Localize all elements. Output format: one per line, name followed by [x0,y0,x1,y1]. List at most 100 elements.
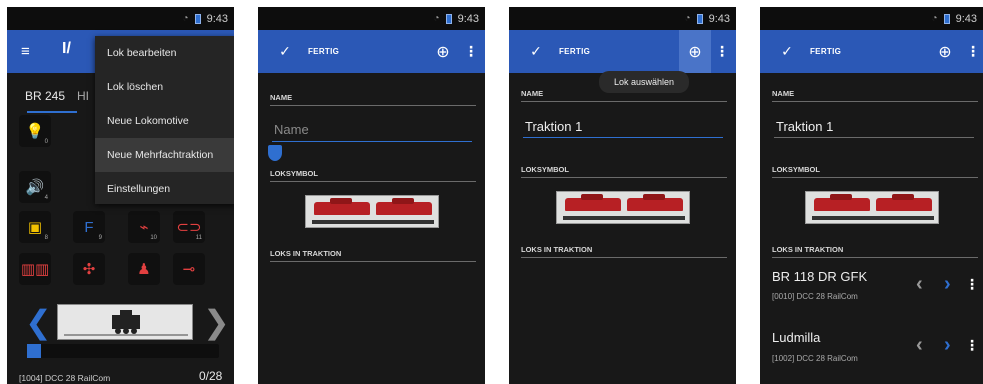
tab-hi[interactable]: HI [77,89,89,103]
divider [270,181,476,182]
move-up-icon[interactable]: ‹ [916,334,923,357]
tooltip: Lok auswählen [599,71,689,93]
phone-screen-3: ◔ 9:43 ✓ FERTIG ⊕ ⋮ Lok auswählen NAME T… [509,7,736,384]
check-icon[interactable]: ✓ [772,43,802,60]
track-icon: ▥▥ [20,261,50,278]
wifi-icon: ◔ [182,13,189,24]
move-up-icon[interactable]: ‹ [916,273,923,296]
loco-name: BR 118 DR GFK [772,269,868,284]
cab-function-button[interactable]: ▣ 8 [19,211,51,243]
divider [521,101,727,102]
f-icon: F [84,218,94,236]
name-input[interactable]: Traktion 1 [525,119,582,134]
whistle-icon: ⊸ [182,261,196,278]
menu-item-new-loco[interactable]: Neue Lokomotive [95,104,234,138]
speaker-function-button[interactable]: 🔊 4 [19,171,51,203]
hamburger-menu-icon[interactable]: ≡ [21,43,30,60]
name-input[interactable]: Name [274,122,309,137]
lightbulb-function-button[interactable]: 💡 0 [19,115,51,147]
item-menu-icon[interactable]: ⋮ [965,324,979,367]
done-button[interactable]: FERTIG [810,47,841,56]
name-input[interactable]: Traktion 1 [776,119,833,134]
divider [772,177,978,178]
direction-left-icon[interactable]: ❮ [25,303,52,341]
whistle-function-button[interactable]: ⊸ [173,253,205,285]
horn-function-button[interactable]: ⌁ 10 [128,211,160,243]
add-loco-icon[interactable]: ⊕ [432,30,454,73]
clock: 9:43 [457,12,479,25]
worker-function-button[interactable]: ✣ [73,253,105,285]
speed-value: 0/28 [199,369,223,383]
horn-icon: ⌁ [139,219,149,236]
function-number: 8 [44,235,48,241]
wifi-icon: ◔ [684,13,691,24]
menu-item-delete-loco[interactable]: Lok löschen [95,70,234,104]
clock: 9:43 [955,12,977,25]
add-loco-icon[interactable]: ⊕ [934,30,956,73]
done-button[interactable]: FERTIG [308,47,339,56]
worker-icon: ✣ [82,261,96,278]
battery-icon [194,13,201,24]
battery-icon [943,13,950,24]
move-down-icon[interactable]: › [944,273,951,296]
loksymbol-image[interactable] [556,191,690,224]
name-section-label: NAME [772,89,795,98]
divider [270,105,476,106]
name-input-underline [774,137,974,138]
track-function-button[interactable]: ▥▥ [19,253,51,285]
phone-screen-2: ◔ 9:43 ✓ FERTIG ⊕ ⋮ NAME Name LOKSYMBOL … [258,7,485,384]
status-bar: ◔ 9:43 [7,7,234,30]
battery-icon [445,13,452,24]
f-function-button[interactable]: F9 [73,211,105,243]
speed-slider[interactable] [27,344,219,358]
loco-address: [1002] DCC 28 RailCom [772,354,858,363]
done-button[interactable]: FERTIG [559,47,590,56]
coupling-icon: ⊂⊃ [176,219,202,236]
direction-right-icon[interactable]: ❯ [203,303,230,341]
coupling-function-button[interactable]: ⊂⊃ 11 [173,211,205,243]
loksymbol-section-label: LOKSYMBOL [270,169,318,178]
check-icon[interactable]: ✓ [270,43,300,60]
status-bar: ◔ 9:43 [258,7,485,30]
speed-slider-thumb[interactable] [27,344,41,358]
move-down-icon[interactable]: › [944,334,951,357]
name-input-underline [523,137,723,138]
name-section-label: NAME [270,93,293,102]
clock: 9:43 [708,12,730,25]
function-number: 4 [44,195,48,201]
menu-item-edit-loco[interactable]: Lok bearbeiten [95,36,234,70]
divider [772,101,978,102]
status-bar: ◔ 9:43 [760,7,983,30]
wifi-icon: ◔ [931,13,938,24]
text-cursor-handle[interactable] [268,145,282,161]
loks-section-label: LOKS IN TRAKTION [270,249,342,258]
more-menu-icon[interactable]: ⋮ [966,30,980,73]
loksymbol-image[interactable] [305,195,439,228]
loks-section-label: LOKS IN TRAKTION [521,245,593,254]
menu-item-settings[interactable]: Einstellungen [95,172,234,206]
clock: 9:43 [206,12,228,25]
tab-br245[interactable]: BR 245 [25,89,65,103]
status-bar: ◔ 9:43 [509,7,736,30]
speaker-icon: 🔊 [25,179,45,196]
name-section-label: NAME [521,89,544,98]
phone-screen-4: ◔ 9:43 ✓ FERTIG ⊕ ⋮ NAME Traktion 1 LOKS… [760,7,983,384]
overflow-menu: Lok bearbeiten Lok löschen Neue Lokomoti… [95,36,234,204]
more-menu-icon[interactable]: ⋮ [464,30,478,73]
loco-address: [1004] DCC 28 RailCom [19,373,111,383]
loco-name: Ludmilla [772,330,821,345]
function-number: 0 [44,139,48,145]
loks-section-label: LOKS IN TRAKTION [772,245,844,254]
loksymbol-section-label: LOKSYMBOL [521,165,569,174]
item-menu-icon[interactable]: ⋮ [965,263,979,306]
menu-item-new-multi-traction[interactable]: Neue Mehrfachtraktion [95,138,234,172]
loco-address: [0010] DCC 28 RailCom [772,292,858,301]
add-loco-icon[interactable]: ⊕ [679,30,711,73]
more-menu-icon[interactable]: ⋮ [715,30,729,73]
divider [521,177,727,178]
loksymbol-image[interactable] [805,191,939,224]
check-icon[interactable]: ✓ [521,43,551,60]
tab-indicator [27,111,77,113]
wifi-icon: ◔ [433,13,440,24]
conductor-function-button[interactable]: ♟ [128,253,160,285]
